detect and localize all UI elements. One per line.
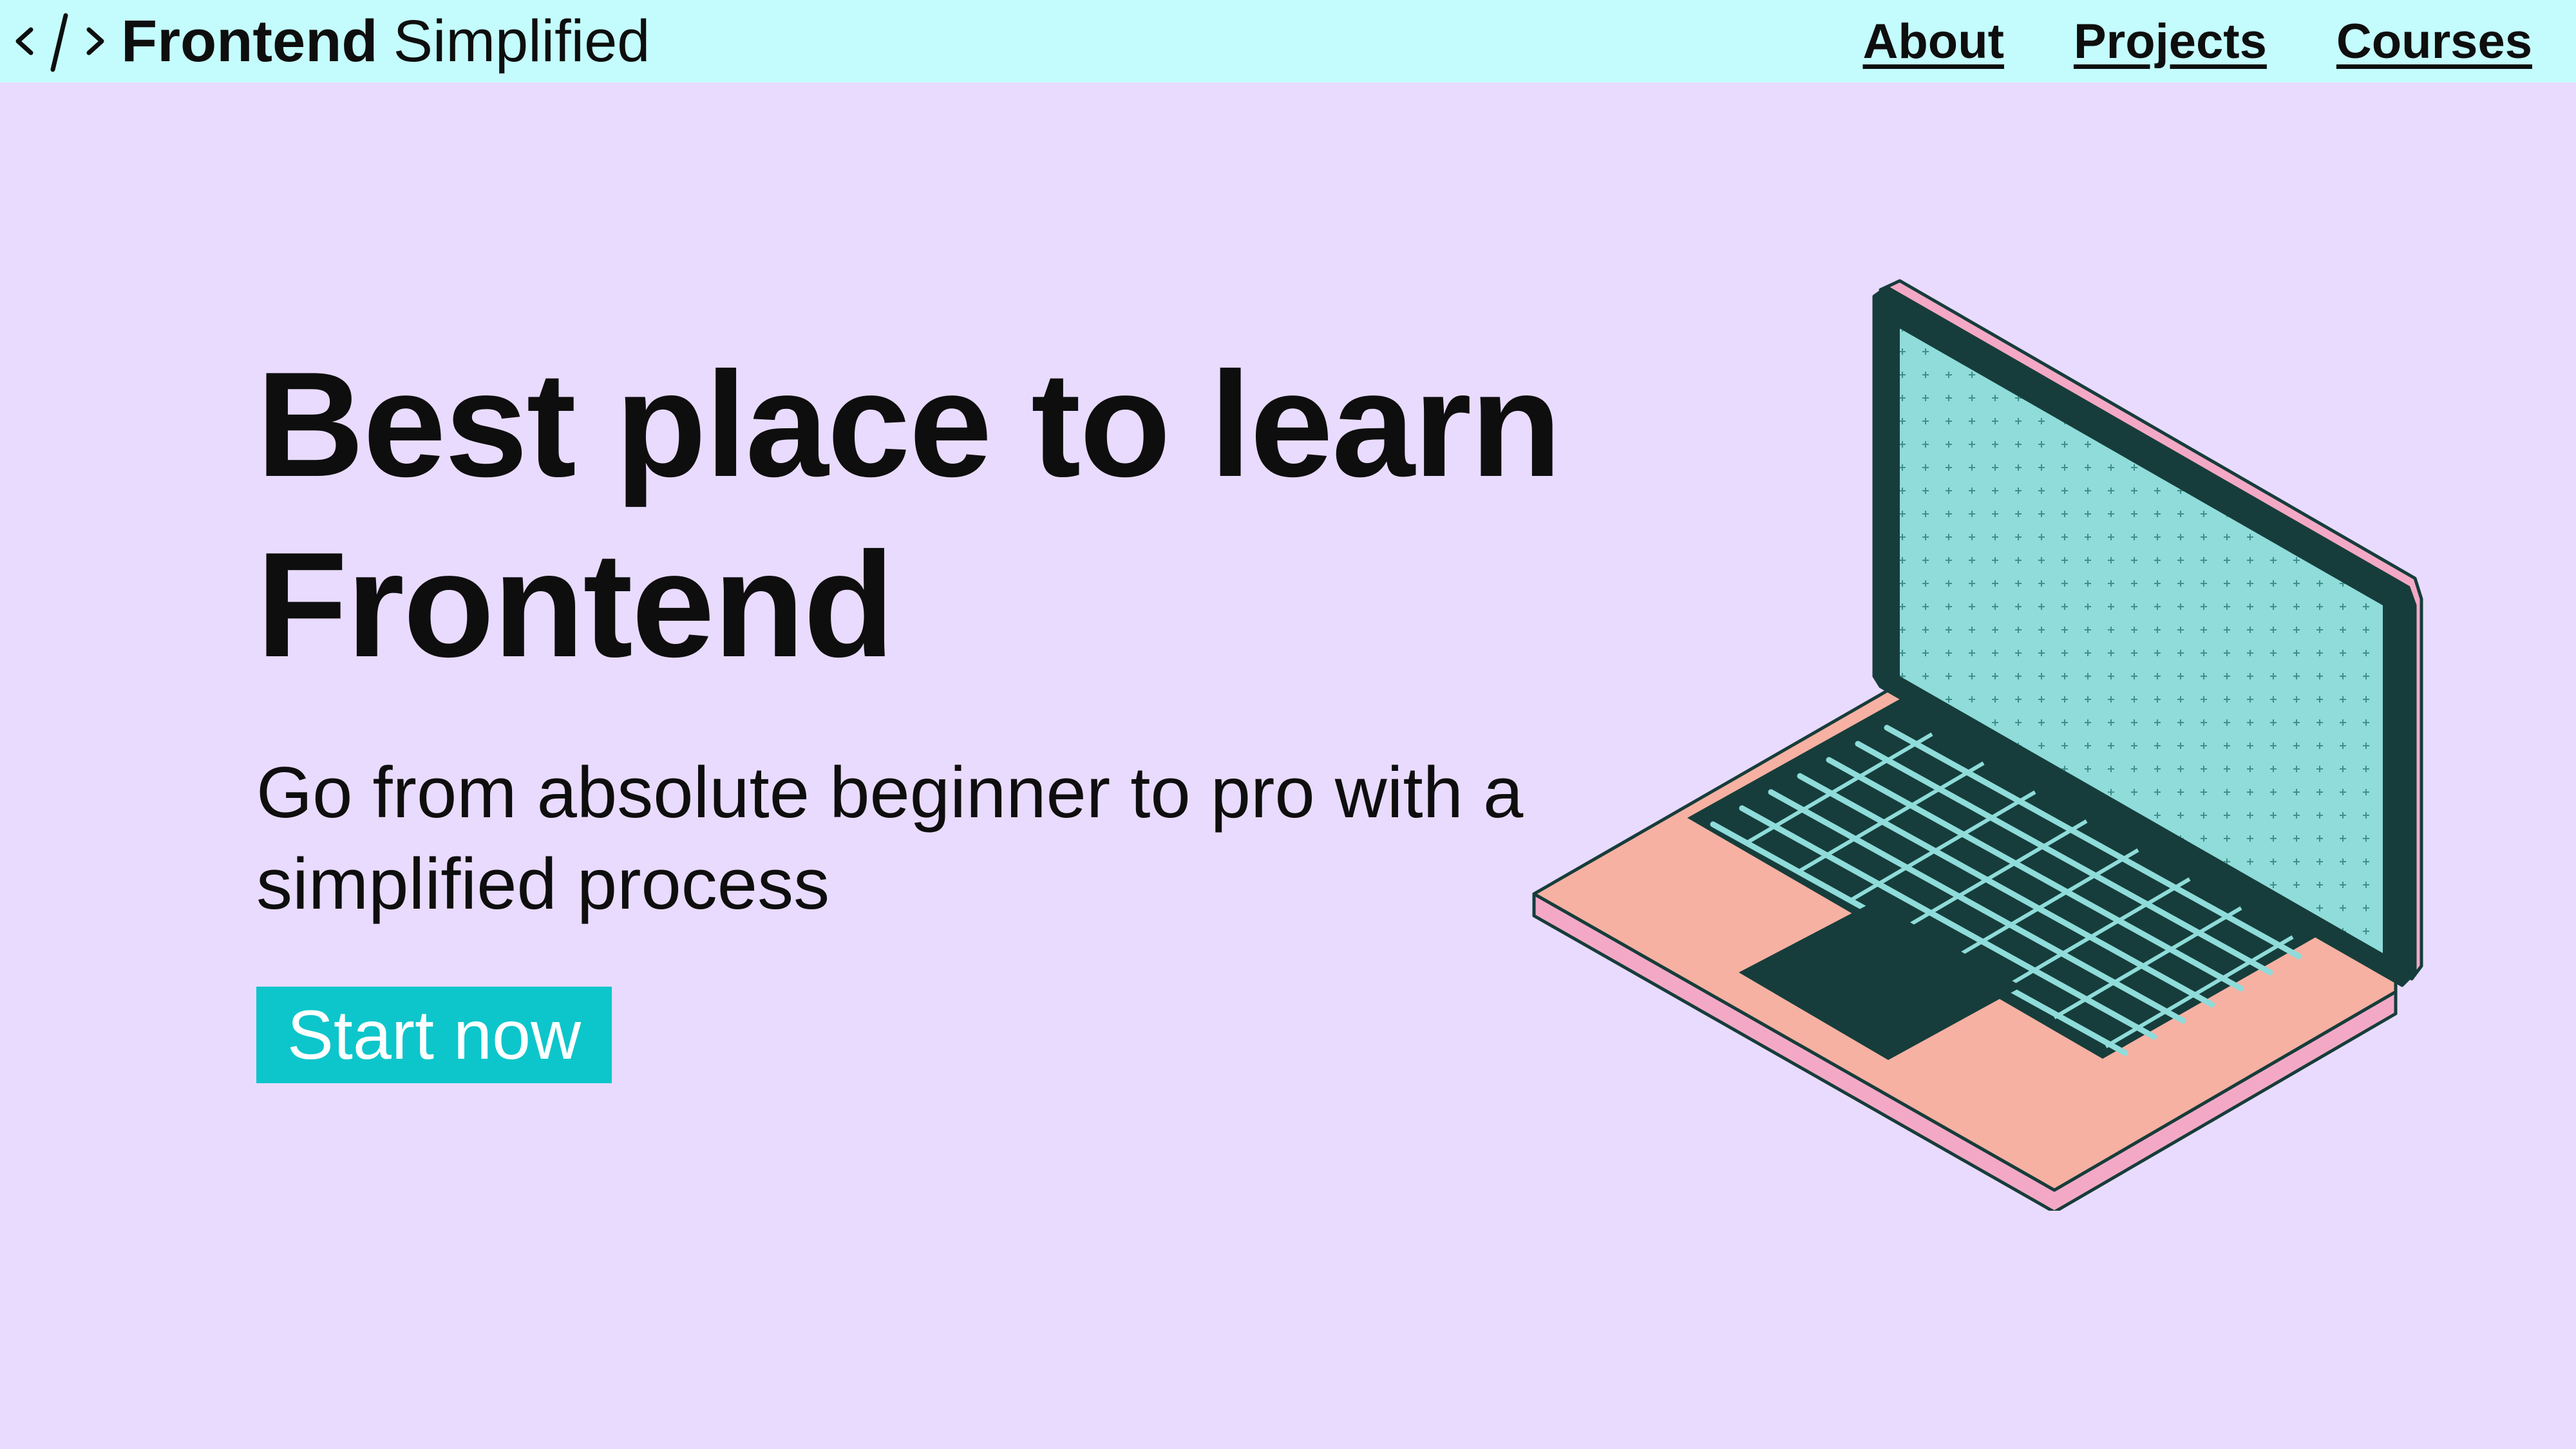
hero-title-line-2: Frontend xyxy=(256,522,895,688)
nav-links: About Projects Courses xyxy=(1862,0,2532,82)
hero-subtitle: Go from absolute beginner to pro with a … xyxy=(256,747,1622,930)
top-navbar: Frontend Simplified About Projects Cours… xyxy=(0,0,2576,82)
hero-section: Best place to learn Frontend Go from abs… xyxy=(256,335,1622,1083)
hero-title: Best place to learn Frontend xyxy=(256,335,1622,696)
nav-link-projects[interactable]: Projects xyxy=(2074,14,2267,70)
hero-title-line-1: Best place to learn xyxy=(256,341,1562,508)
hero-subtitle-line-2: simplified process xyxy=(256,844,830,924)
laptop-illustration xyxy=(1520,270,2434,1214)
logo-brand-bold: Frontend xyxy=(121,8,378,74)
start-now-button[interactable]: Start now xyxy=(256,987,612,1083)
logo-brand-light: Simplified xyxy=(393,8,650,74)
hero-subtitle-line-1: Go from absolute beginner to pro with a xyxy=(256,752,1524,833)
code-brackets-icon xyxy=(13,10,107,72)
site-logo[interactable]: Frontend Simplified xyxy=(13,0,650,82)
nav-link-about[interactable]: About xyxy=(1862,14,2003,70)
nav-link-courses[interactable]: Courses xyxy=(2336,14,2532,70)
